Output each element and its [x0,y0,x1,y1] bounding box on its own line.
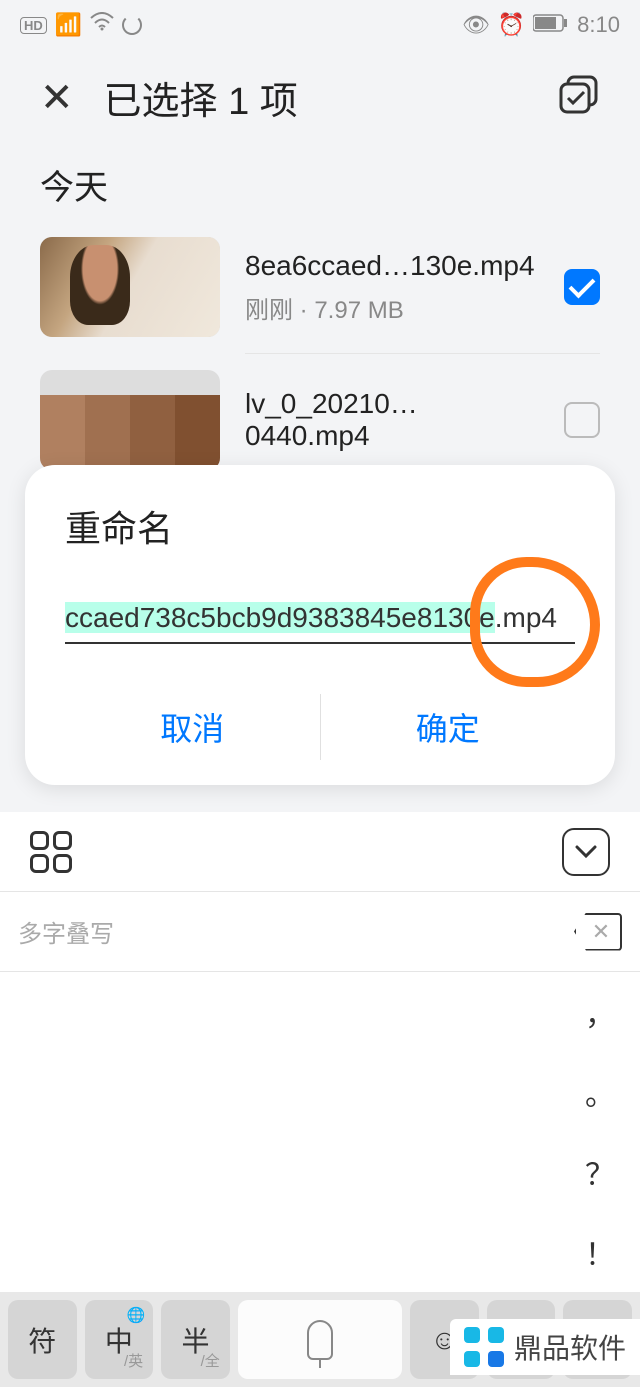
battery-icon [533,12,569,38]
width-key[interactable]: 半/全 [161,1300,230,1379]
eye-icon: 👁 [462,12,490,38]
file-meta: 刚刚 · 7.97 MB [245,290,539,325]
handwriting-area[interactable]: ， 。 ？ ！ [0,972,640,1292]
watermark: 鼎品软件 [450,1319,640,1375]
rename-input[interactable]: ccaed738c5bcb9d9383845e8130e.mp4 [65,602,575,634]
file-name: lv_0_20210…0440.mp4 [245,388,539,452]
video-thumbnail [40,237,220,337]
section-today: 今天 [0,145,640,229]
file-name: 8ea6ccaed…130e.mp4 [245,250,539,282]
video-thumbnail [40,370,220,470]
watermark-text: 鼎品软件 [514,1327,626,1367]
period-key[interactable]: 。 [560,1052,640,1132]
wifi-icon [90,12,114,38]
keyboard-apps-icon[interactable] [30,831,72,873]
close-icon[interactable]: ✕ [40,75,74,121]
keyboard-toolbar [0,812,640,892]
keyboard-suggest-bar: 多字叠写 ✕ [0,892,640,972]
voice-key[interactable] [238,1300,403,1379]
hd-icon: HD [20,17,47,34]
file-info: lv_0_20210…0440.mp4 [245,388,539,452]
symbol-key[interactable]: 符 [8,1300,77,1379]
mic-icon [307,1320,333,1360]
backspace-key[interactable]: ✕ [574,913,622,951]
handwriting-hint: 多字叠写 [18,914,114,949]
keyboard: 多字叠写 ✕ ， 。 ？ ！ 符 中/英🌐 半/全 ☺ 123 换行 [0,812,640,1387]
rename-input-wrap[interactable]: ccaed738c5bcb9d9383845e8130e.mp4 [65,602,575,644]
selection-header: ✕ 已选择 1 项 [0,50,640,145]
file-info: 8ea6ccaed…130e.mp4 刚刚 · 7.97 MB [245,250,539,325]
loading-icon [122,15,142,35]
file-checkbox[interactable] [564,402,600,438]
status-time: 8:10 [577,12,620,38]
divider [245,353,600,354]
file-row[interactable]: lv_0_20210…0440.mp4 [0,362,640,478]
signal-icon: 📶 [55,12,82,38]
alarm-icon: ⏰ [498,12,525,38]
file-checkbox[interactable] [564,269,600,305]
status-bar: HD 📶 👁 ⏰ 8:10 [0,0,640,50]
dialog-actions: 取消 确定 [65,684,575,770]
comma-key[interactable]: ， [560,972,640,1052]
file-row[interactable]: 8ea6ccaed…130e.mp4 刚刚 · 7.97 MB [0,229,640,345]
status-left: HD 📶 [20,12,142,38]
status-right: 👁 ⏰ 8:10 [462,12,620,38]
dialog-title: 重命名 [65,500,575,552]
question-key[interactable]: ？ [560,1132,640,1212]
confirm-button[interactable]: 确定 [321,684,576,770]
language-key[interactable]: 中/英🌐 [85,1300,154,1379]
punctuation-column: ， 。 ？ ！ [560,972,640,1292]
rename-dialog: 重命名 ccaed738c5bcb9d9383845e8130e.mp4 取消 … [25,465,615,785]
exclaim-key[interactable]: ！ [560,1212,640,1292]
header-title: 已选择 1 项 [104,70,528,125]
select-all-icon[interactable] [558,74,600,121]
watermark-logo [464,1327,504,1367]
keyboard-collapse-icon[interactable] [562,828,610,876]
cancel-button[interactable]: 取消 [65,684,320,770]
